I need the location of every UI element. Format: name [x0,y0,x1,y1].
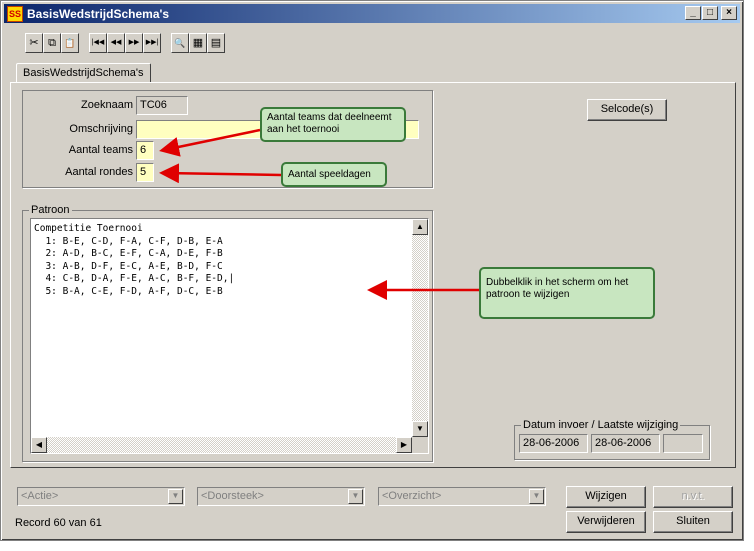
overzicht-combo[interactable]: <Overzicht> ▼ [378,487,546,506]
chevron-down-icon[interactable]: ▼ [529,489,544,504]
chevron-down-icon[interactable]: ▼ [168,489,183,504]
copy-icon[interactable]: ⧉ [43,33,61,53]
zoeknaam-label: Zoeknaam [81,99,133,111]
scroll-left-icon[interactable]: ◀ [31,437,47,453]
app-icon: SS [7,5,23,22]
first-record-icon[interactable]: |◀◀ [89,33,107,53]
title-bar[interactable]: SS BasisWedstrijdSchema's _ □ × [4,4,740,23]
actie-combo-value: <Actie> [21,490,59,502]
form-view-icon[interactable]: ▤ [207,33,225,53]
minimize-button[interactable]: _ [685,6,701,20]
aantal-teams-field[interactable]: 6 [136,141,154,160]
scroll-right-icon[interactable]: ▶ [396,437,412,453]
zoeknaam-field[interactable]: TC06 [136,96,188,115]
scroll-up-icon[interactable]: ▲ [412,219,428,235]
omschrijving-label: Omschrijving [69,123,133,135]
grid-view-icon[interactable]: ▦ [189,33,207,53]
patroon-label: Patroon [29,204,72,216]
nvt-button: n.v.t. [653,486,733,508]
wijzigen-button[interactable]: Wijzigen [566,486,646,508]
next-record-icon[interactable]: ▶▶ [125,33,143,53]
paste-icon[interactable]: 📋 [61,33,79,53]
toolbar: ✂ ⧉ 📋 |◀◀ ◀◀ ▶▶ ▶▶| 🔍 ▦ ▤ [25,32,235,54]
maximize-button[interactable]: □ [702,6,718,20]
selcode-button[interactable]: Selcode(s) [587,99,667,121]
scroll-corner [412,437,428,453]
tab-basiswedstrijdschemas[interactable]: BasisWedstrijdSchema's [16,63,151,83]
datum-extra-field [663,434,703,453]
patroon-text: Competitie Toernooi 1: B-E, C-D, F-A, C-… [34,223,235,297]
patroon-textarea[interactable]: Competitie Toernooi 1: B-E, C-D, F-A, C-… [30,218,429,454]
overzicht-combo-value: <Overzicht> [382,490,442,502]
vertical-scrollbar[interactable]: ▲ ▼ [412,219,428,437]
close-button[interactable]: × [721,6,737,20]
aantal-teams-label: Aantal teams [68,144,133,156]
sluiten-button[interactable]: Sluiten [653,511,733,533]
scroll-down-icon[interactable]: ▼ [412,421,428,437]
aantal-rondes-field[interactable]: 5 [136,163,154,182]
cut-icon[interactable]: ✂ [25,33,43,53]
window-title: BasisWedstrijdSchema's [27,6,170,21]
horizontal-scrollbar[interactable]: ◀ ▶ [31,437,412,453]
datum-label: Datum invoer / Laatste wijziging [521,419,681,431]
doorsteek-combo[interactable]: <Doorsteek> ▼ [197,487,365,506]
actie-combo[interactable]: <Actie> ▼ [17,487,185,506]
callout-teams: Aantal teams dat deelneemt aan het toern… [260,107,406,142]
aantal-rondes-label: Aantal rondes [65,166,133,178]
last-record-icon[interactable]: ▶▶| [143,33,161,53]
datum-invoer-field: 28-06-2006 [519,434,588,453]
datum-wijziging-field: 28-06-2006 [591,434,660,453]
find-icon[interactable]: 🔍 [171,33,189,53]
record-status: Record 60 van 61 [15,517,102,529]
doorsteek-combo-value: <Doorsteek> [201,490,264,502]
callout-patroon: Dubbelklik in het scherm om het patroon … [479,267,655,319]
previous-record-icon[interactable]: ◀◀ [107,33,125,53]
callout-rondes: Aantal speeldagen [281,162,387,187]
chevron-down-icon[interactable]: ▼ [348,489,363,504]
verwijderen-button[interactable]: Verwijderen [566,511,646,533]
